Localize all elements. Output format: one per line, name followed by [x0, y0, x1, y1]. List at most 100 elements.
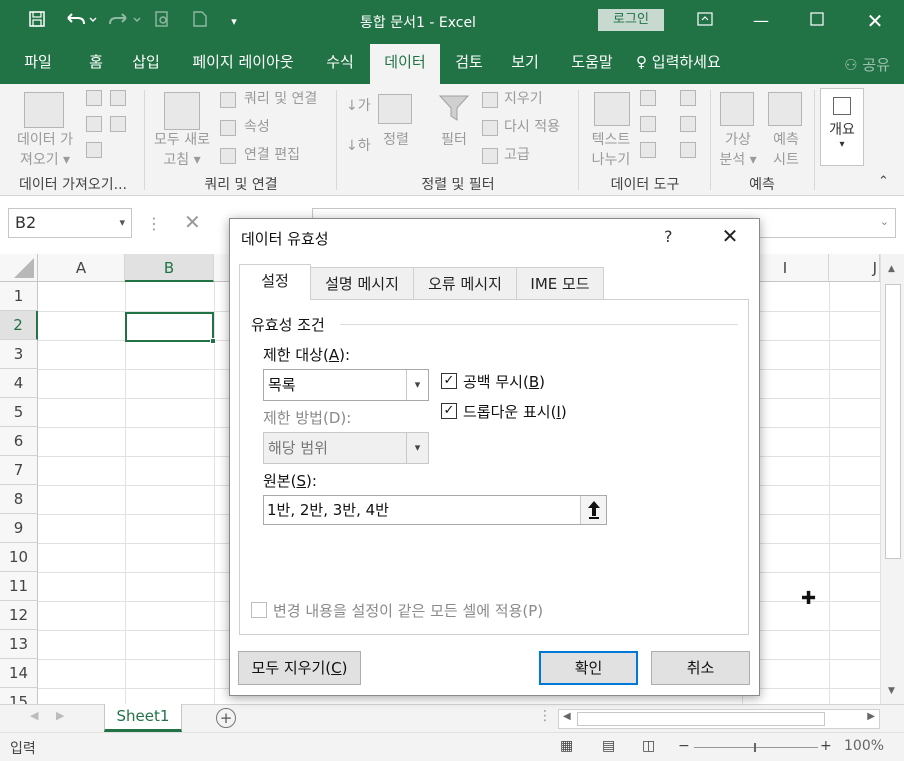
print-preview-icon[interactable]: [150, 10, 174, 34]
row-header[interactable]: 11: [0, 572, 38, 601]
prev-sheet-icon[interactable]: ◀: [30, 709, 38, 722]
undo-icon[interactable]: [60, 10, 100, 34]
login-button[interactable]: 로그인: [598, 9, 664, 31]
drag-handle-icon[interactable]: ⋮: [146, 214, 162, 233]
column-header[interactable]: J: [829, 254, 880, 282]
redo-icon[interactable]: [104, 10, 144, 34]
source-input[interactable]: 1반, 2반, 3반, 4반: [263, 495, 607, 525]
tell-me-box[interactable]: ♀ 입력하세요: [636, 44, 746, 84]
clear-button[interactable]: 지우기: [504, 89, 543, 109]
close-dialog-icon[interactable]: ✕: [718, 224, 742, 248]
flash-fill-icon[interactable]: [640, 90, 656, 106]
zoom-slider[interactable]: [694, 743, 818, 752]
sort-ascending-icon[interactable]: ↓가: [346, 96, 371, 116]
page-layout-view-icon[interactable]: ▤: [602, 738, 615, 754]
row-header[interactable]: 10: [0, 543, 38, 572]
active-cell[interactable]: [125, 312, 216, 344]
row-header[interactable]: 14: [0, 659, 38, 688]
select-all-corner[interactable]: [0, 254, 38, 282]
help-button[interactable]: ?: [664, 227, 673, 246]
column-header[interactable]: A: [38, 254, 125, 282]
from-table-icon[interactable]: [86, 116, 102, 132]
tab-input-message[interactable]: 설명 메시지: [310, 267, 414, 299]
close-window-icon[interactable]: ✕: [860, 8, 890, 34]
row-header[interactable]: 9: [0, 514, 38, 543]
fill-handle[interactable]: [210, 338, 216, 344]
scroll-left-icon[interactable]: ◀: [563, 711, 571, 722]
tab-settings[interactable]: 설정: [239, 264, 311, 300]
edit-links-button[interactable]: 연결 편집: [244, 145, 300, 165]
get-data-button[interactable]: 데이터 가 져오기 ▾: [8, 130, 82, 170]
allow-dropdown[interactable]: 목록 ▾: [263, 369, 429, 401]
tab-review[interactable]: 검토: [446, 44, 492, 84]
page-break-view-icon[interactable]: ◫: [642, 738, 655, 754]
from-web-icon[interactable]: [110, 90, 126, 106]
forecast-sheet-button[interactable]: 예측 시트: [764, 130, 808, 170]
ribbon-display-icon[interactable]: [690, 8, 720, 34]
data-validation-icon[interactable]: [640, 142, 656, 158]
row-header[interactable]: 13: [0, 630, 38, 659]
sheet-tab[interactable]: Sheet1: [104, 704, 182, 732]
tab-formulas[interactable]: 수식: [316, 44, 364, 84]
apply-all-checkbox[interactable]: [251, 602, 267, 618]
tab-file[interactable]: 파일: [10, 44, 66, 84]
share-button[interactable]: ⚇ 공유: [844, 54, 890, 75]
in-cell-dropdown-checkbox[interactable]: ✓: [441, 403, 457, 419]
tab-data[interactable]: 데이터: [370, 44, 440, 84]
recent-sources-icon[interactable]: [110, 116, 126, 132]
vertical-scroll-thumb[interactable]: [885, 284, 901, 559]
column-header[interactable]: B: [125, 254, 214, 282]
filter-button[interactable]: 필터: [434, 130, 474, 150]
row-header[interactable]: 4: [0, 369, 38, 398]
properties-button[interactable]: 속성: [244, 117, 270, 137]
remove-duplicates-icon[interactable]: [640, 116, 656, 132]
consolidate-icon[interactable]: [680, 90, 696, 106]
row-header[interactable]: 3: [0, 340, 38, 369]
row-header[interactable]: 15: [0, 688, 38, 704]
horizontal-scroll-thumb[interactable]: [577, 712, 825, 726]
what-if-analysis-button[interactable]: 가상 분석 ▾: [712, 130, 764, 170]
tab-home[interactable]: 홈: [78, 44, 114, 84]
new-icon[interactable]: [188, 10, 212, 34]
tab-view[interactable]: 보기: [502, 44, 548, 84]
advanced-button[interactable]: 고급: [504, 145, 530, 165]
row-header[interactable]: 1: [0, 282, 38, 311]
scroll-down-icon[interactable]: ▼: [888, 686, 895, 696]
tab-ime-mode[interactable]: IME 모드: [516, 267, 604, 299]
sort-descending-icon[interactable]: ↓하: [346, 136, 371, 156]
collapse-ribbon-icon[interactable]: ⌃: [878, 174, 889, 189]
queries-connections-button[interactable]: 쿼리 및 연결: [244, 89, 317, 109]
row-header[interactable]: 8: [0, 485, 38, 514]
cancel-button[interactable]: 취소: [651, 651, 750, 685]
scroll-right-icon[interactable]: ▶: [867, 711, 875, 722]
name-box[interactable]: B2 ▾: [8, 208, 132, 238]
row-header[interactable]: 6: [0, 427, 38, 456]
minimize-icon[interactable]: —: [746, 8, 776, 34]
sort-button[interactable]: 정렬: [376, 130, 416, 150]
normal-view-icon[interactable]: ▦: [560, 738, 573, 754]
drag-handle-icon[interactable]: ⋮: [538, 708, 552, 724]
zoom-level[interactable]: 100%: [844, 738, 884, 754]
tab-error-alert[interactable]: 오류 메시지: [413, 267, 517, 299]
clear-all-button[interactable]: 모두 지우기(C): [238, 651, 361, 685]
data-dropdown[interactable]: 해당 범위 ▾: [263, 432, 429, 464]
relationships-icon[interactable]: [680, 116, 696, 132]
vertical-scrollbar[interactable]: ▲ ▼: [880, 254, 904, 704]
data-model-icon[interactable]: [680, 142, 696, 158]
save-icon[interactable]: [24, 10, 50, 34]
tab-help[interactable]: 도움말: [560, 44, 624, 84]
ignore-blank-checkbox[interactable]: ✓: [441, 373, 457, 389]
existing-connections-icon[interactable]: [86, 142, 102, 158]
ok-button[interactable]: 확인: [539, 651, 638, 685]
customize-icon[interactable]: ▾: [226, 10, 242, 34]
refresh-all-button[interactable]: 모두 새로 고침 ▾: [146, 130, 218, 170]
reapply-button[interactable]: 다시 적용: [504, 117, 560, 137]
next-sheet-icon[interactable]: ▶: [56, 709, 64, 722]
tab-insert[interactable]: 삽입: [124, 44, 168, 84]
cancel-formula-icon[interactable]: ✕: [184, 210, 201, 234]
zoom-in-icon[interactable]: +: [820, 738, 832, 754]
from-text-icon[interactable]: [86, 90, 102, 106]
add-sheet-icon[interactable]: +: [216, 708, 236, 728]
zoom-out-icon[interactable]: −: [678, 738, 690, 754]
row-header[interactable]: 2: [0, 311, 38, 340]
